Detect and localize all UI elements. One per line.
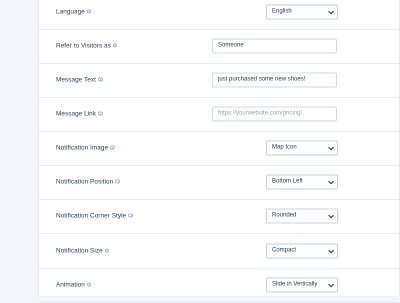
info-icon[interactable] bbox=[112, 43, 118, 48]
notification-size-value: Compact bbox=[272, 247, 297, 254]
message-link-label: Message Link bbox=[56, 111, 103, 118]
notification-image-value: Map Icon bbox=[272, 144, 297, 151]
notification-size-label: Notification Size bbox=[56, 248, 110, 255]
info-icon[interactable] bbox=[128, 213, 133, 218]
notification-position-value: Bottom Left bbox=[272, 178, 303, 185]
info-icon[interactable] bbox=[115, 179, 120, 184]
message-text-label: Message Text bbox=[56, 77, 103, 84]
info-icon[interactable] bbox=[86, 282, 92, 287]
refer-visitors-row: Refer to Visitors as Someone bbox=[39, 29, 399, 64]
notification-position-label: Notification Position bbox=[56, 179, 120, 186]
animation-label: Animation bbox=[56, 282, 92, 289]
message-link-row: Message Link https://yourwebsite.com/pri… bbox=[39, 97, 399, 132]
notification-image-select[interactable]: Map Icon bbox=[266, 140, 338, 156]
chevron-down-icon bbox=[327, 178, 334, 185]
chevron-down-icon bbox=[327, 247, 334, 254]
animation-row: Animation Slide in Vertically bbox=[39, 268, 399, 303]
chevron-down-icon bbox=[327, 212, 334, 219]
notification-position-select[interactable]: Bottom Left bbox=[266, 174, 338, 190]
notification-position-row: Notification Position Bottom Left bbox=[39, 165, 399, 200]
language-select-value: English bbox=[272, 8, 292, 15]
refer-visitors-input[interactable]: Someone bbox=[212, 38, 337, 54]
message-text-row: Message Text just purchased some new sho… bbox=[39, 63, 399, 98]
notification-size-select[interactable]: Compact bbox=[266, 243, 338, 259]
info-icon[interactable] bbox=[110, 145, 115, 150]
notification-corner-style-select[interactable]: Rounded bbox=[266, 208, 338, 224]
chevron-down-icon bbox=[327, 8, 334, 15]
notification-corner-style-row: Notification Corner Style Rounded bbox=[39, 199, 399, 234]
notification-image-label: Notification Image bbox=[56, 145, 115, 152]
chevron-down-icon bbox=[327, 281, 334, 288]
language-row: Language English bbox=[39, 0, 399, 30]
animation-value: Slide in Vertically bbox=[272, 281, 318, 288]
refer-visitors-label: Refer to Visitors as bbox=[56, 43, 118, 50]
info-icon[interactable] bbox=[98, 111, 103, 116]
info-icon[interactable] bbox=[97, 77, 103, 82]
chevron-down-icon bbox=[327, 144, 334, 151]
info-icon[interactable] bbox=[104, 248, 110, 253]
settings-panel: Language English Refer to Visitors as So… bbox=[38, 0, 400, 303]
info-icon[interactable] bbox=[86, 9, 92, 14]
message-text-input[interactable]: just purchased some new shoes! bbox=[212, 72, 337, 88]
notification-corner-style-label: Notification Corner Style bbox=[56, 213, 133, 220]
notification-size-row: Notification Size Compact bbox=[39, 234, 399, 269]
language-select[interactable]: English bbox=[266, 4, 338, 20]
message-link-input[interactable]: https://yourwebsite.com/pricing/ bbox=[212, 106, 337, 122]
notification-corner-style-value: Rounded bbox=[272, 212, 297, 219]
animation-select[interactable]: Slide in Vertically bbox=[266, 277, 338, 293]
notification-image-row: Notification Image Map Icon bbox=[39, 131, 399, 166]
language-label: Language bbox=[56, 9, 92, 16]
